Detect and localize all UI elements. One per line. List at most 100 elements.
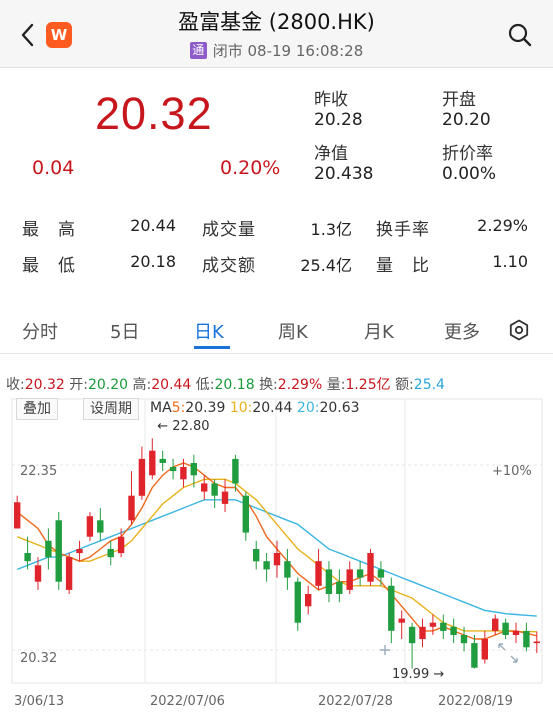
high-label: 高:	[132, 377, 152, 393]
open-value: 20.20	[87, 377, 129, 393]
gear-icon	[509, 319, 529, 341]
settings-button[interactable]	[508, 319, 530, 341]
tab-5day[interactable]: 5日	[110, 318, 139, 344]
close-value: 20.32	[24, 377, 65, 393]
last-price: 20.32	[95, 88, 213, 139]
vol-label: 量:	[326, 377, 346, 393]
candle	[325, 569, 333, 594]
open-label: 开盘	[442, 90, 476, 110]
candle	[221, 491, 229, 504]
price-change: 0.04	[32, 157, 75, 179]
ma-label: MA	[150, 400, 172, 416]
ma10-value: 20.44	[252, 400, 293, 416]
candle	[65, 557, 73, 590]
candle	[159, 458, 166, 463]
x-label-start: 3/06/13	[14, 694, 64, 709]
x-label-end: 2022/08/19	[438, 694, 513, 709]
discount-value: 0.00%	[442, 164, 497, 184]
prev-close-label: 昨收	[314, 90, 348, 110]
nav-label: 净值	[314, 144, 348, 164]
candle	[408, 626, 416, 644]
candle	[169, 467, 177, 472]
search-icon	[508, 23, 532, 47]
top-bar: W 盈富基金 (2800.HK) 通闭市 08-19 16:08:28	[0, 0, 553, 68]
max-annotation: ← 22.80	[157, 419, 209, 434]
status-text: 闭市 08-19 16:08:28	[212, 42, 364, 60]
candle	[263, 561, 270, 570]
candle	[502, 622, 509, 635]
indicator-bar: 收:20.32 开:20.20 高:20.44 低:20.18 换:2.29% …	[6, 374, 445, 394]
volume-value: 1.3亿	[310, 220, 352, 239]
vol-value: 1.25亿	[345, 377, 391, 393]
candle	[97, 520, 104, 533]
candle	[34, 565, 42, 582]
ma20-value: 20.63	[319, 400, 360, 416]
candle	[305, 594, 312, 607]
overlay-button[interactable]: 叠加	[16, 398, 58, 420]
page-title: 盈富基金 (2800.HK)	[178, 10, 375, 34]
candle	[492, 618, 499, 631]
high-label: 最 高	[22, 220, 76, 240]
x-label-1: 2022/07/06	[150, 694, 225, 709]
ma5-label: 5:	[171, 400, 186, 416]
period-tabs: 分时 5日 日K 周K 月K 更多	[0, 306, 553, 354]
ma20-label: 20:	[296, 400, 320, 416]
candle	[419, 626, 426, 640]
ma-legend: MA5:20.39 10:20.44 20:20.63	[150, 400, 360, 416]
candle	[367, 553, 374, 582]
candle	[86, 516, 94, 537]
candle	[336, 581, 343, 594]
candle	[346, 569, 353, 590]
candle	[242, 495, 249, 533]
candlestick-chart[interactable]: 22.35 20.32 +10% ← 22.80 19.99 → 3/06/13 2022/…	[0, 394, 553, 713]
candle	[512, 630, 520, 635]
candle	[273, 553, 281, 566]
open-label: 开:	[69, 377, 88, 393]
tab-intraday[interactable]: 分时	[22, 318, 58, 344]
turnover-rate-label: 换手率	[376, 220, 430, 240]
tab-weekly-k[interactable]: 周K	[278, 318, 308, 344]
candle	[149, 450, 156, 476]
low-value: 20.18	[130, 252, 176, 271]
candle	[117, 536, 125, 554]
amt-value: 25.4	[413, 377, 445, 393]
candle	[294, 581, 301, 623]
expand-icon	[498, 643, 518, 663]
crosshair-icon	[380, 645, 390, 655]
candle	[523, 630, 530, 648]
y-label-right-top: +10%	[492, 464, 532, 479]
candle	[533, 641, 540, 644]
y-label-bottom: 20.32	[20, 651, 57, 666]
candle	[76, 549, 83, 554]
ma5-value: 20.39	[185, 400, 226, 416]
candle	[388, 585, 395, 631]
discount-label: 折价率	[442, 144, 493, 164]
turnover-rate-value: 2.29%	[477, 216, 528, 235]
candle	[398, 618, 405, 623]
tab-daily-k[interactable]: 日K	[194, 318, 224, 344]
candle	[356, 569, 364, 578]
set-period-button[interactable]: 设周期	[83, 398, 139, 420]
market-status: 通闭市 08-19 16:08:28	[0, 40, 553, 61]
volume-label: 成交量	[202, 220, 256, 240]
tab-more[interactable]: 更多	[444, 318, 480, 344]
candle	[45, 540, 52, 558]
candle	[471, 643, 478, 668]
candle	[138, 458, 146, 496]
candle	[429, 622, 437, 627]
min-annotation: 19.99 →	[392, 667, 444, 682]
tab-monthly-k[interactable]: 月K	[364, 318, 394, 344]
turn-label: 换:	[259, 377, 278, 393]
connect-badge: 通	[189, 42, 207, 59]
candle	[24, 553, 31, 562]
low-label: 低:	[195, 377, 215, 393]
search-button[interactable]	[507, 22, 533, 48]
candle	[284, 561, 291, 578]
candle	[211, 483, 218, 496]
price-change-pct: 0.20%	[220, 157, 281, 179]
x-label-2: 2022/07/28	[318, 694, 393, 709]
turnover-label: 成交额	[202, 256, 256, 276]
candle	[128, 495, 135, 521]
low-value: 20.18	[214, 377, 255, 393]
candle	[460, 635, 468, 644]
